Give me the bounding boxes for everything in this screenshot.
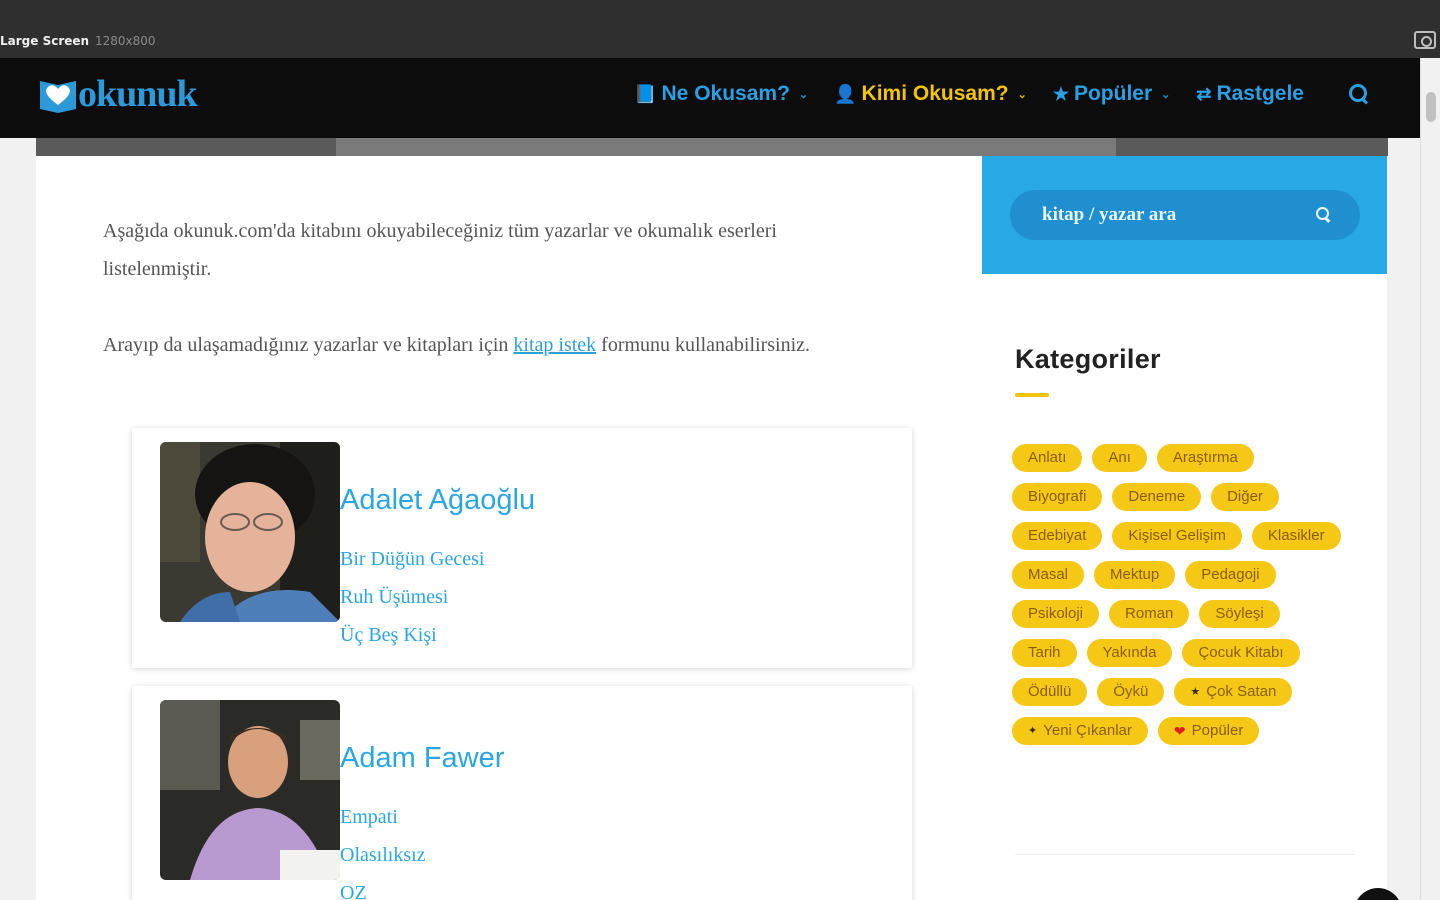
category-tag[interactable]: Araştırma xyxy=(1156,444,1254,472)
main-content: Aşağıda okunuk.com'da kitabını okuyabile… xyxy=(36,156,982,900)
search-input[interactable] xyxy=(1010,190,1310,240)
author-photo[interactable] xyxy=(160,700,340,880)
categories-title: Kategoriler xyxy=(1015,344,1161,374)
heart-icon: ❤ xyxy=(1173,723,1186,739)
category-tag-label: Yeni Çıkanlar xyxy=(1043,722,1132,739)
nav-populer-label: Popüler xyxy=(1073,82,1153,105)
book-link[interactable]: Olasılıksız xyxy=(340,836,426,874)
sidebar-categories: Kategoriler Anlatı Anı Araştırma Biyogra… xyxy=(982,274,1387,900)
category-tag[interactable]: Öykü xyxy=(1097,678,1165,706)
category-tag[interactable]: Klasikler xyxy=(1251,522,1341,550)
title-underline xyxy=(1015,393,1049,397)
camera-icon[interactable] xyxy=(1414,31,1436,49)
star-icon: ★ xyxy=(1052,83,1069,104)
book-list: Bir Düğün Gecesi Ruh Üşümesi Üç Beş Kişi xyxy=(340,540,484,654)
category-tag[interactable]: Pedagoji xyxy=(1185,561,1276,589)
intro-request-before: Arayıp da ulaşamadığınız yazarlar ve kit… xyxy=(103,334,514,356)
category-tag-label: Popüler xyxy=(1191,722,1244,739)
chevron-down-icon: ⌄ xyxy=(1161,88,1171,101)
book-link[interactable]: Empati xyxy=(340,798,426,836)
sidebar-divider xyxy=(1015,854,1355,855)
chevron-down-icon: ⌄ xyxy=(1017,88,1027,101)
category-tags: Anlatı Anı Araştırma Biyografi Deneme Di… xyxy=(1012,444,1352,745)
chevron-down-icon: ⌄ xyxy=(798,88,809,101)
book-link[interactable]: Bir Düğün Gecesi xyxy=(340,540,484,578)
category-tag[interactable]: Ödüllü xyxy=(1012,678,1088,706)
book-link[interactable]: OZ xyxy=(340,874,426,900)
intro-text: Aşağıda okunuk.com'da kitabını okuyabile… xyxy=(103,220,777,280)
category-tag[interactable]: Deneme xyxy=(1112,483,1202,511)
nav-rastgele-label: Rastgele xyxy=(1216,82,1304,105)
user-icon: 👤 xyxy=(834,83,857,104)
category-tag[interactable]: Tarih xyxy=(1012,639,1077,667)
kitap-istek-link[interactable]: kitap istek xyxy=(513,334,596,356)
logo-heart-book-icon xyxy=(36,75,80,113)
category-tag[interactable]: Biyografi xyxy=(1012,483,1103,511)
screen-size-label: Large Screen xyxy=(0,34,90,48)
category-tag-cok-satan[interactable]: ★ Çok Satan xyxy=(1174,678,1293,706)
site-navbar: okunuk 📘 Ne Okusam? ⌄ 👤 Kimi Okusam? ⌄ ★… xyxy=(0,58,1420,138)
banner-graphic xyxy=(336,138,1116,156)
category-tag[interactable]: Anı xyxy=(1092,444,1147,472)
author-photo[interactable] xyxy=(160,442,340,622)
page-viewport: okunuk 📘 Ne Okusam? ⌄ 👤 Kimi Okusam? ⌄ ★… xyxy=(0,58,1420,900)
category-tag[interactable]: Masal xyxy=(1012,561,1085,589)
sidebar-search-panel xyxy=(982,156,1387,274)
star-icon: ★ xyxy=(1190,686,1201,698)
header-banner xyxy=(36,138,1388,156)
sidebar-search-box xyxy=(1010,190,1360,240)
main-nav: 📘 Ne Okusam? ⌄ 👤 Kimi Okusam? ⌄ ★ Popüle… xyxy=(634,82,1370,106)
category-tag[interactable]: Edebiyat xyxy=(1012,522,1103,550)
site-logo[interactable]: okunuk xyxy=(36,73,198,115)
category-tag-populer[interactable]: ❤ Popüler xyxy=(1157,717,1260,745)
nav-ne-okusam[interactable]: 📘 Ne Okusam? ⌄ xyxy=(634,82,808,106)
category-tag[interactable]: Söyleşi xyxy=(1199,600,1280,628)
nav-kimi-okusam-label: Kimi Okusam? xyxy=(861,82,1009,105)
nav-kimi-okusam[interactable]: 👤 Kimi Okusam? ⌄ xyxy=(834,82,1027,106)
page-scrollbar[interactable] xyxy=(1420,58,1440,900)
screen-resolution: 1280x800 xyxy=(95,34,156,48)
category-tag[interactable]: Roman xyxy=(1109,600,1190,628)
book-list: Empati Olasılıksız OZ xyxy=(340,798,426,900)
category-tag[interactable]: Mektup xyxy=(1094,561,1176,589)
intro-request-after: formunu kullanabilirsiniz. xyxy=(596,334,811,356)
category-tag-label: Çok Satan xyxy=(1206,683,1277,700)
author-card: Adalet Ağaoğlu Bir Düğün Gecesi Ruh Üşüm… xyxy=(132,428,912,668)
category-tag[interactable]: Çocuk Kitabı xyxy=(1182,639,1300,667)
author-card: Adam Fawer Empati Olasılıksız OZ xyxy=(132,686,912,900)
category-tag[interactable]: Kişisel Gelişim xyxy=(1112,522,1242,550)
author-name-link[interactable]: Adalet Ağaoğlu xyxy=(340,484,535,517)
author-name-link[interactable]: Adam Fawer xyxy=(340,742,504,775)
logo-text: okunuk xyxy=(78,73,198,115)
search-icon[interactable] xyxy=(1316,207,1332,223)
category-tag[interactable]: Anlatı xyxy=(1012,444,1083,472)
nav-rastgele[interactable]: ⇄ Rastgele xyxy=(1196,82,1304,106)
search-icon[interactable] xyxy=(1348,83,1370,105)
category-tag[interactable]: Diğer xyxy=(1211,483,1279,511)
shuffle-icon: ⇄ xyxy=(1196,83,1212,104)
book-link[interactable]: Üç Beş Kişi xyxy=(340,616,484,654)
book-link[interactable]: Ruh Üşümesi xyxy=(340,578,484,616)
category-tag-yeni-cikanlar[interactable]: ✦ Yeni Çıkanlar xyxy=(1012,717,1148,745)
scrollbar-thumb[interactable] xyxy=(1426,92,1436,122)
nav-ne-okusam-label: Ne Okusam? xyxy=(661,82,790,105)
browser-chrome: Large Screen 1280x800 xyxy=(0,0,1440,58)
book-icon: 📘 xyxy=(634,83,657,104)
sparkle-icon: ✦ xyxy=(1028,725,1038,737)
nav-populer[interactable]: ★ Popüler ⌄ xyxy=(1053,82,1171,106)
category-tag[interactable]: Psikoloji xyxy=(1012,600,1100,628)
intro-request-text: Arayıp da ulaşamadığınız yazarlar ve kit… xyxy=(103,326,873,364)
category-tag[interactable]: Yakında xyxy=(1086,639,1173,667)
